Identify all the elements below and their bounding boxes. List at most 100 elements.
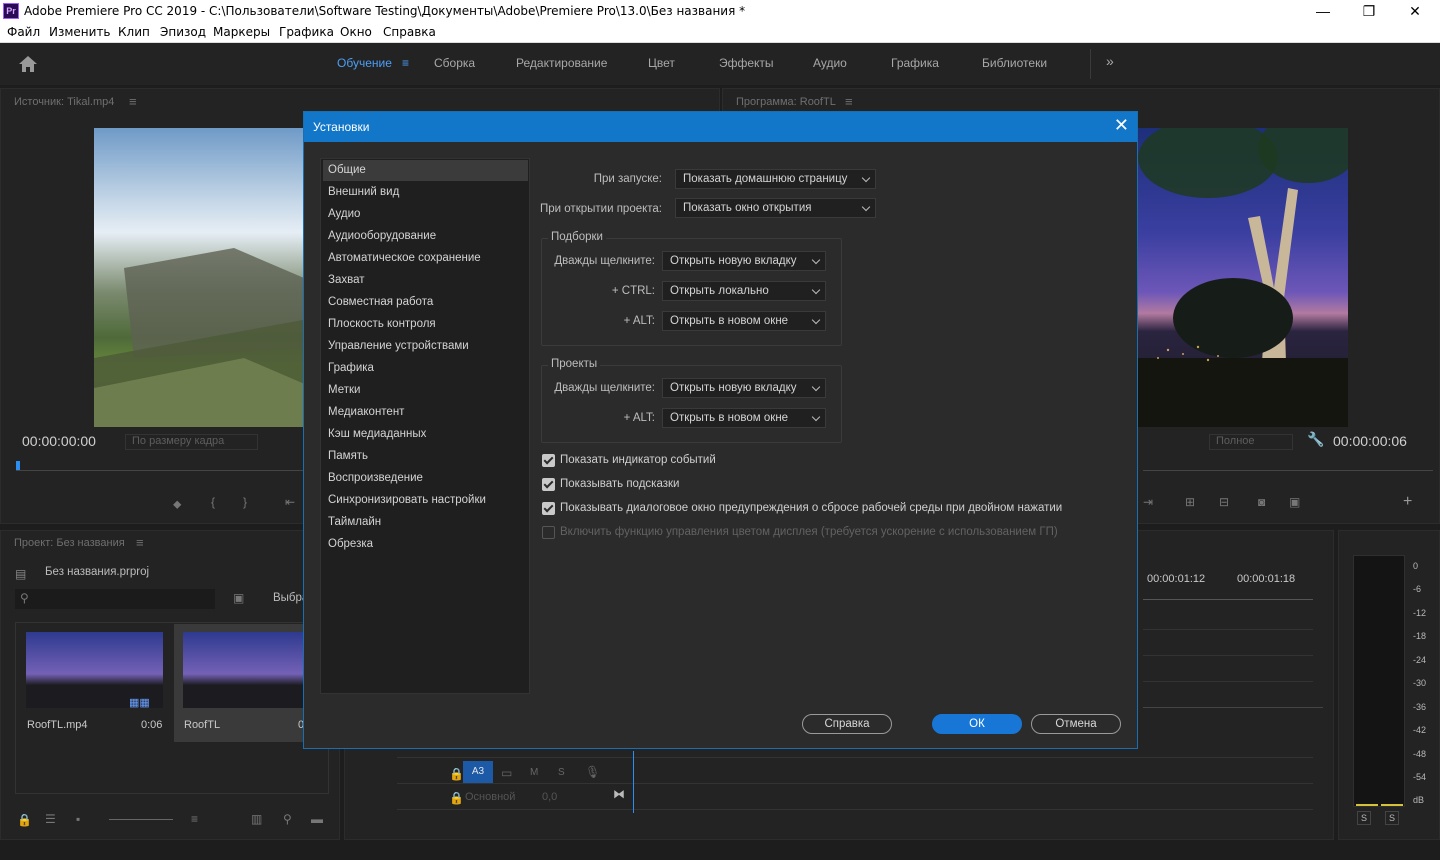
category-appearance[interactable]: Внешний вид bbox=[323, 182, 528, 203]
lift-icon[interactable]: ⊞ bbox=[1185, 495, 1195, 509]
category-general[interactable]: Общие bbox=[323, 160, 528, 181]
more-workspaces-button[interactable]: » bbox=[1106, 53, 1114, 69]
show-tooltips-checkbox[interactable] bbox=[542, 478, 555, 491]
source-timecode[interactable]: 00:00:00:00 bbox=[22, 433, 96, 449]
bins-double-click-dropdown[interactable]: Открыть новую вкладку bbox=[662, 251, 826, 271]
category-audio[interactable]: Аудио bbox=[323, 204, 528, 225]
project-search-input[interactable]: ⚲ bbox=[15, 589, 215, 609]
close-window-button[interactable]: ✕ bbox=[1392, 0, 1438, 23]
bins-ctrl-dropdown[interactable]: Открыть локально bbox=[662, 281, 826, 301]
startup-dropdown[interactable]: Показать домашнюю страницу bbox=[675, 169, 876, 189]
help-button[interactable]: Справка bbox=[802, 714, 892, 734]
program-monitor-title[interactable]: Программа: RoofTL bbox=[736, 96, 836, 108]
projects-double-click-dropdown[interactable]: Открыть новую вкладку bbox=[662, 378, 826, 398]
fit-dropdown[interactable]: По размеру кадра bbox=[125, 434, 258, 450]
list-view-icon[interactable]: ☰ bbox=[45, 812, 56, 826]
panel-menu-icon[interactable]: ≡ bbox=[136, 535, 144, 550]
cancel-button[interactable]: Отмена bbox=[1031, 714, 1121, 734]
menu-window[interactable]: Окно bbox=[340, 25, 372, 39]
program-timecode[interactable]: 00:00:00:06 bbox=[1333, 433, 1407, 449]
go-to-in-icon[interactable]: ⇤ bbox=[285, 495, 295, 509]
wrench-icon[interactable]: 🔧 bbox=[1307, 431, 1324, 448]
menu-graphics[interactable]: Графика bbox=[279, 25, 334, 39]
category-sync-settings[interactable]: Синхронизировать настройки bbox=[323, 490, 528, 511]
category-audio-hardware[interactable]: Аудиооборудование bbox=[323, 226, 528, 247]
minimize-button[interactable]: — bbox=[1300, 0, 1346, 23]
category-media[interactable]: Медиаконтент bbox=[323, 402, 528, 423]
tab-color[interactable]: Цвет bbox=[648, 56, 675, 70]
category-auto-save[interactable]: Автоматическое сохранение bbox=[323, 248, 528, 269]
mark-in-icon[interactable]: { bbox=[211, 495, 215, 509]
audio-meter-panel: 0 -6 -12 -18 -24 -30 -36 -42 -48 -54 dB … bbox=[1338, 530, 1440, 840]
category-trim[interactable]: Обрезка bbox=[323, 534, 528, 555]
track-lock-icon[interactable]: 🔒 bbox=[449, 767, 464, 781]
lock-icon[interactable]: 🔒 bbox=[17, 813, 32, 827]
tab-graphics[interactable]: Графика bbox=[891, 56, 939, 70]
menu-help[interactable]: Справка bbox=[383, 25, 436, 39]
workspace-reset-warning-checkbox[interactable] bbox=[542, 502, 555, 515]
chevron-down-icon bbox=[811, 315, 821, 325]
workspace-menu-icon[interactable]: ≡ bbox=[402, 56, 409, 70]
track-a3-label[interactable]: A3 bbox=[463, 761, 493, 783]
extract-icon[interactable]: ⊟ bbox=[1219, 495, 1229, 509]
new-search-bin-icon[interactable]: ▣ bbox=[233, 591, 244, 605]
add-button-icon[interactable]: + bbox=[1403, 493, 1412, 511]
tab-assembly[interactable]: Сборка bbox=[434, 56, 475, 70]
tab-editing[interactable]: Редактирование bbox=[516, 56, 607, 70]
camera-icon[interactable]: ◙ bbox=[1258, 495, 1265, 509]
category-labels[interactable]: Метки bbox=[323, 380, 528, 401]
master-volume-value[interactable]: 0,0 bbox=[542, 791, 557, 803]
mute-all-icon[interactable]: ⧓ bbox=[613, 787, 625, 801]
menu-markers[interactable]: Маркеры bbox=[213, 25, 270, 39]
quality-dropdown[interactable]: Полное bbox=[1209, 434, 1293, 450]
mark-out-icon[interactable]: } bbox=[243, 495, 247, 509]
automate-icon[interactable]: ▥ bbox=[251, 812, 262, 826]
category-media-cache[interactable]: Кэш медиаданных bbox=[323, 424, 528, 445]
voiceover-mic-icon[interactable]: 🎙 bbox=[585, 765, 600, 779]
ok-button[interactable]: ОК bbox=[932, 714, 1022, 734]
mute-button[interactable]: M bbox=[530, 767, 538, 778]
home-icon[interactable] bbox=[18, 55, 38, 73]
menu-edit[interactable]: Изменить bbox=[49, 25, 111, 39]
sort-icon[interactable]: ≡ bbox=[191, 812, 198, 826]
category-memory[interactable]: Память bbox=[323, 446, 528, 467]
menu-clip[interactable]: Клип bbox=[118, 25, 150, 39]
maximize-button[interactable]: ❐ bbox=[1346, 0, 1392, 23]
master-lock-icon[interactable]: 🔒 bbox=[449, 791, 464, 805]
tab-effects[interactable]: Эффекты bbox=[719, 56, 774, 70]
tab-audio[interactable]: Аудио bbox=[813, 56, 847, 70]
panel-menu-icon[interactable]: ≡ bbox=[845, 94, 853, 109]
track-output-icon[interactable]: ▭ bbox=[501, 766, 512, 780]
category-capture[interactable]: Захват bbox=[323, 270, 528, 291]
compare-icon[interactable]: ▣ bbox=[1289, 495, 1300, 509]
solo-button[interactable]: S bbox=[558, 767, 565, 778]
bins-alt-dropdown[interactable]: Открыть в новом окне bbox=[662, 311, 826, 331]
category-device-control[interactable]: Управление устройствами bbox=[323, 336, 528, 357]
menu-sequence[interactable]: Эпизод bbox=[160, 25, 206, 39]
category-timeline[interactable]: Таймлайн bbox=[323, 512, 528, 533]
marker-icon[interactable]: ⬥ bbox=[173, 497, 181, 512]
panel-menu-icon[interactable]: ≡ bbox=[129, 94, 137, 109]
project-item[interactable]: ▦▦ RoofTL.mp4 0:06 bbox=[17, 624, 173, 742]
timeline-playhead[interactable] bbox=[633, 751, 634, 813]
show-event-indicator-checkbox[interactable] bbox=[542, 454, 555, 467]
new-bin-icon[interactable]: ▬ bbox=[311, 812, 323, 826]
find-icon[interactable]: ⚲ bbox=[283, 812, 292, 826]
go-to-out-icon[interactable]: ⇥ bbox=[1143, 495, 1153, 509]
project-panel-title[interactable]: Проект: Без названия bbox=[14, 537, 125, 549]
tab-learning[interactable]: Обучение bbox=[337, 56, 392, 70]
category-control-surface[interactable]: Плоскость контроля bbox=[323, 314, 528, 335]
menu-file[interactable]: Файл bbox=[7, 25, 40, 39]
projects-alt-dropdown[interactable]: Открыть в новом окне bbox=[662, 408, 826, 428]
open-project-dropdown[interactable]: Показать окно открытия bbox=[675, 198, 876, 218]
source-monitor-title[interactable]: Источник: Tikal.mp4 bbox=[14, 96, 114, 108]
icon-view-icon[interactable]: ▪ bbox=[76, 812, 80, 826]
category-collaboration[interactable]: Совместная работа bbox=[323, 292, 528, 313]
zoom-slider[interactable] bbox=[109, 819, 173, 820]
solo-right-button[interactable]: S bbox=[1385, 811, 1399, 825]
tab-libraries[interactable]: Библиотеки bbox=[982, 56, 1047, 70]
solo-left-button[interactable]: S bbox=[1357, 811, 1371, 825]
category-playback[interactable]: Воспроизведение bbox=[323, 468, 528, 489]
dialog-close-button[interactable]: ✕ bbox=[1114, 115, 1129, 136]
category-graphics[interactable]: Графика bbox=[323, 358, 528, 379]
